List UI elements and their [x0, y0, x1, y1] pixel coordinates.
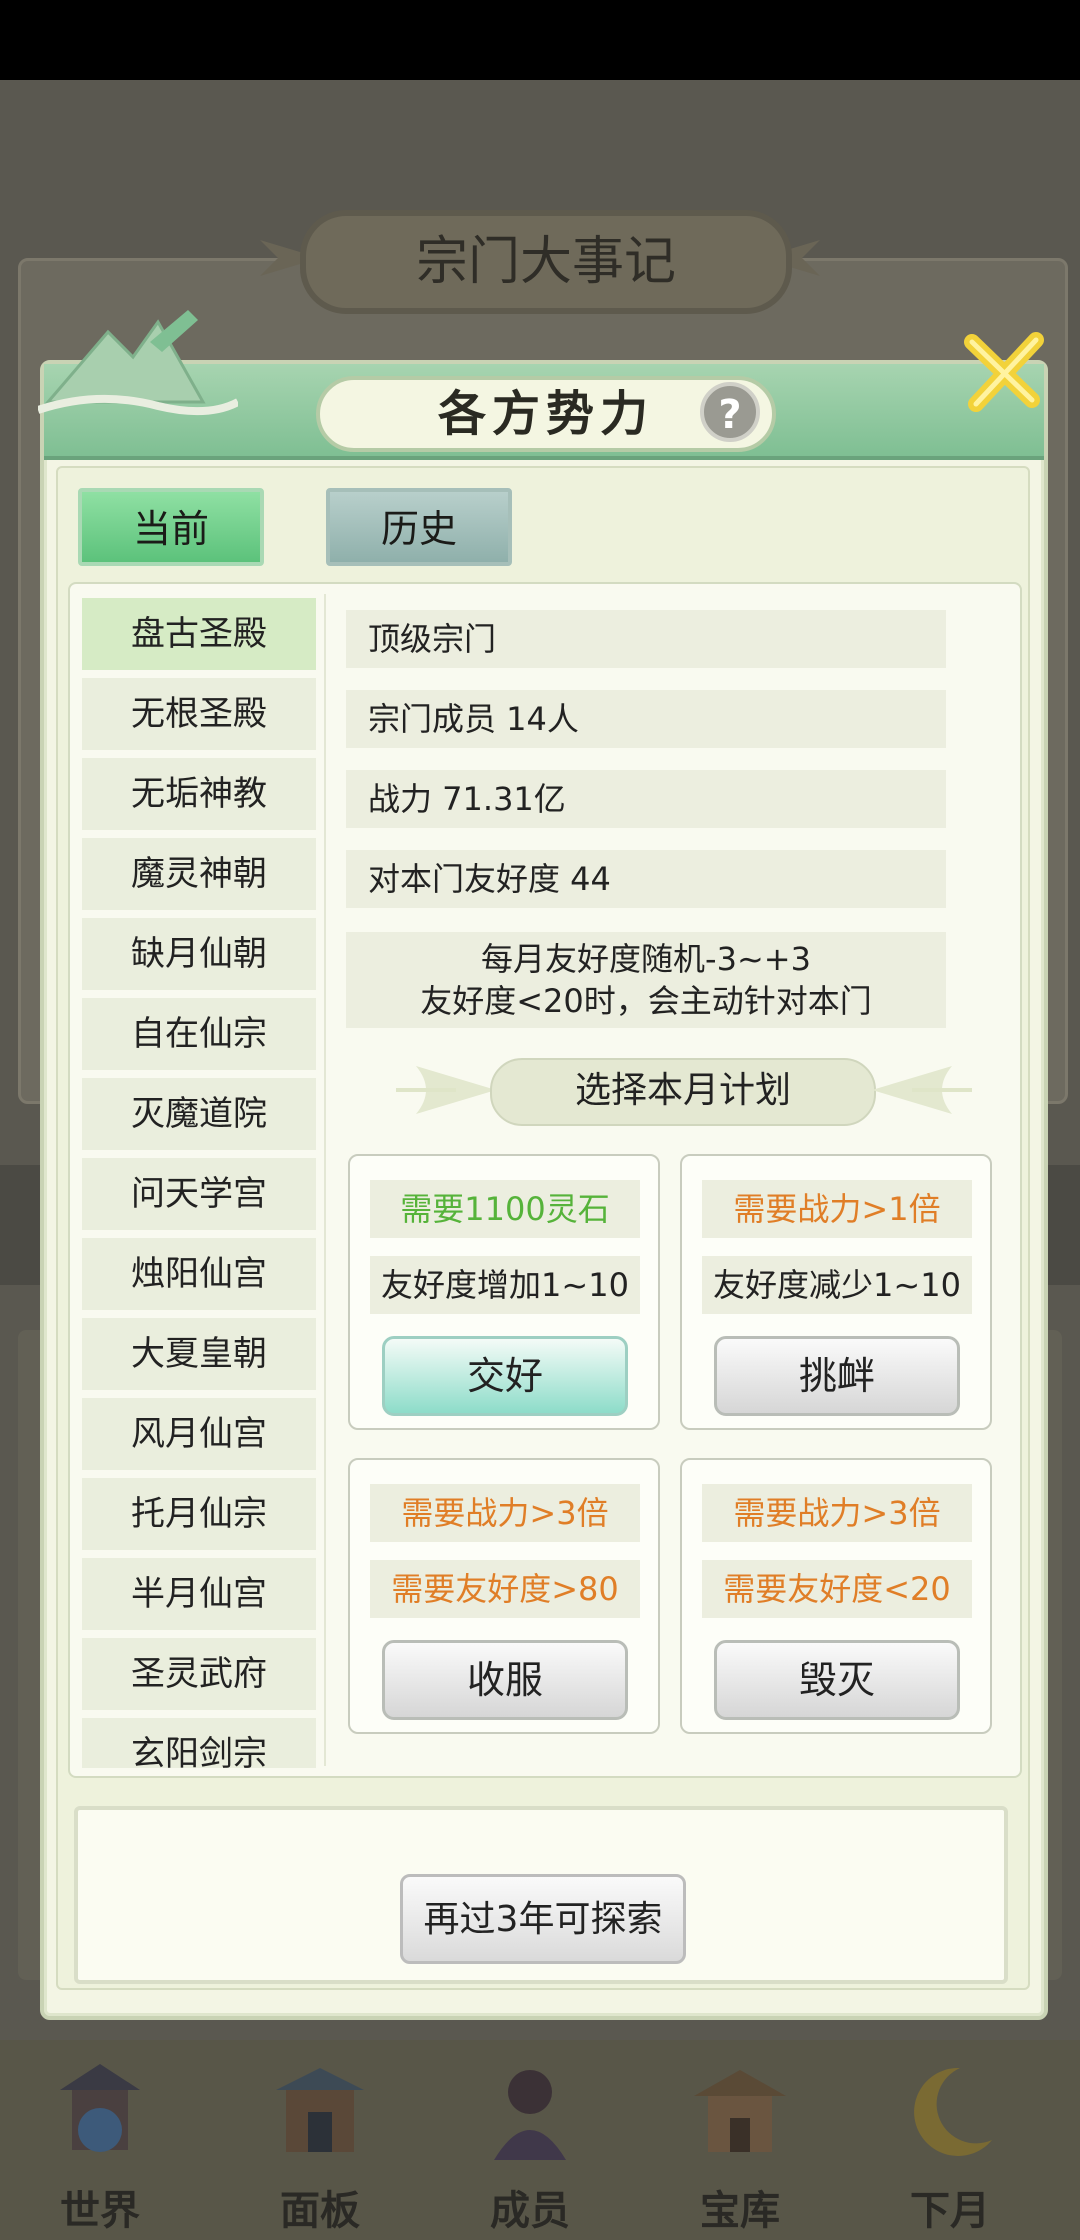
destroy-button[interactable]: 毁灭	[714, 1640, 960, 1720]
faction-item[interactable]: 问天学宫	[82, 1158, 316, 1230]
note-line-2: 友好度<20时，会主动针对本门	[420, 982, 872, 1020]
faction-item[interactable]: 自在仙宗	[82, 998, 316, 1070]
gate-icon	[276, 2068, 364, 2152]
effect: 友好度减少1~10	[702, 1256, 972, 1314]
plan-title: 选择本月计划	[490, 1058, 876, 1126]
help-button[interactable]: ?	[700, 382, 760, 442]
nav-members[interactable]: 成员	[430, 2040, 630, 2240]
note-line-1: 每月友好度随机-3~+3	[481, 940, 811, 978]
faction-members: 宗门成员 14人	[346, 690, 946, 748]
faction-list[interactable]: 盘古圣殿 无根圣殿 无垢神教 魔灵神朝 缺月仙朝 自在仙宗 灭魔道院 问天学宫 …	[82, 598, 316, 1768]
divider	[324, 594, 326, 1766]
tab-history[interactable]: 历史	[326, 488, 512, 566]
faction-panel: 盘古圣殿 无根圣殿 无垢神教 魔灵神朝 缺月仙朝 自在仙宗 灭魔道院 问天学宫 …	[68, 582, 1022, 1778]
provoke-button[interactable]: 挑衅	[714, 1336, 960, 1416]
requirement: 需要战力>3倍	[370, 1484, 640, 1542]
requirement: 需要友好度<20	[702, 1560, 972, 1618]
member-icon	[494, 2070, 566, 2160]
faction-friendship: 对本门友好度 44	[346, 850, 946, 908]
faction-item[interactable]: 无根圣殿	[82, 678, 316, 750]
requirement: 需要友好度>80	[370, 1560, 640, 1618]
treasury-icon	[694, 2070, 786, 2152]
faction-item[interactable]: 无垢神教	[82, 758, 316, 830]
nav-treasury[interactable]: 宝库	[640, 2040, 840, 2240]
nav-next-month[interactable]: 下月	[850, 2040, 1050, 2240]
faction-item[interactable]: 缺月仙朝	[82, 918, 316, 990]
nav-label: 世界	[60, 2187, 140, 2234]
nav-label: 下月	[910, 2187, 990, 2234]
faction-rank: 顶级宗门	[346, 610, 946, 668]
faction-item[interactable]: 魔灵神朝	[82, 838, 316, 910]
faction-item[interactable]: 圣灵武府	[82, 1638, 316, 1710]
nav-panel[interactable]: 面板	[220, 2040, 420, 2240]
requirement: 需要战力>1倍	[702, 1180, 972, 1238]
befriend-button[interactable]: 交好	[382, 1336, 628, 1416]
content-frame: 当前 历史 盘古圣殿 无根圣殿 无垢神教 魔灵神朝 缺月仙朝 自在仙宗 灭魔道院…	[56, 466, 1030, 1990]
faction-item[interactable]: 半月仙宫	[82, 1558, 316, 1630]
action-card-subdue: 需要战力>3倍 需要友好度>80 收服	[348, 1458, 660, 1734]
status-bar	[0, 0, 1080, 80]
faction-item[interactable]: 大夏皇朝	[82, 1318, 316, 1390]
faction-item[interactable]: 玄阳剑宗	[82, 1718, 316, 1768]
tab-current[interactable]: 当前	[78, 488, 264, 566]
background-title: 宗门大事记	[300, 210, 792, 314]
mountain-decoration-icon	[38, 310, 238, 416]
subdue-button[interactable]: 收服	[382, 1640, 628, 1720]
action-card-befriend: 需要1100灵石 友好度增加1~10 交好	[348, 1154, 660, 1430]
requirement: 需要战力>3倍	[702, 1484, 972, 1542]
effect: 友好度增加1~10	[370, 1256, 640, 1314]
faction-item[interactable]: 托月仙宗	[82, 1478, 316, 1550]
pagoda-icon	[60, 2064, 140, 2152]
faction-item[interactable]: 烛阳仙宫	[82, 1238, 316, 1310]
moon-icon	[914, 2067, 992, 2156]
faction-item[interactable]: 灭魔道院	[82, 1078, 316, 1150]
nav-label: 宝库	[700, 2187, 780, 2234]
faction-item[interactable]: 风月仙宫	[82, 1398, 316, 1470]
factions-dialog: 各方势力 ? 当前 历史 盘古圣殿 无根圣殿 无垢神教 魔灵神朝 缺月仙朝 自在…	[38, 310, 1048, 2020]
nav-label: 成员	[490, 2187, 570, 2234]
faction-item[interactable]: 盘古圣殿	[82, 598, 316, 670]
action-card-provoke: 需要战力>1倍 友好度减少1~10 挑衅	[680, 1154, 992, 1430]
nav-label: 面板	[280, 2187, 360, 2234]
plan-wing-right-icon	[872, 1066, 972, 1114]
faction-power: 战力 71.31亿	[346, 770, 946, 828]
explore-button[interactable]: 再过3年可探索	[400, 1874, 686, 1964]
bottom-nav: 世界 面板 成员 宝库 下月	[0, 2040, 1080, 2240]
action-card-destroy: 需要战力>3倍 需要友好度<20 毁灭	[680, 1458, 992, 1734]
nav-world[interactable]: 世界	[0, 2040, 200, 2240]
plan-wing-left-icon	[396, 1066, 496, 1114]
requirement: 需要1100灵石	[370, 1180, 640, 1238]
friendship-note: 每月友好度随机-3~+3 友好度<20时，会主动针对本门	[346, 932, 946, 1028]
close-icon[interactable]	[954, 322, 1054, 422]
